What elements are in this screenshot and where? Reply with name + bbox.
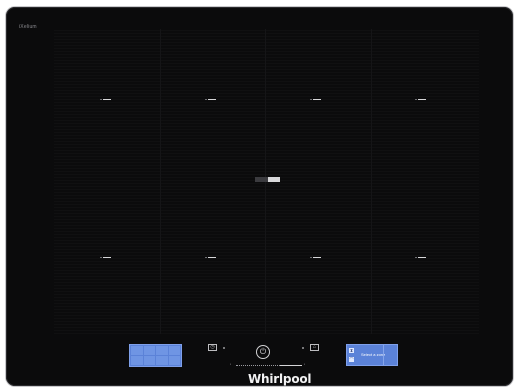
power-icon: ⏻ <box>259 347 267 356</box>
zone-select-cell[interactable] <box>156 346 168 355</box>
timer-indicator-dot <box>223 347 225 349</box>
zone-divider <box>371 29 372 334</box>
zone-info-label: Select a zone <box>361 352 386 357</box>
zone-marker[interactable] <box>205 257 216 258</box>
zone-marker[interactable] <box>100 257 111 258</box>
slider-fill <box>280 365 302 366</box>
lock-button[interactable]: ⌂ <box>310 344 319 351</box>
slider-max-mark: ▪ <box>304 362 306 366</box>
zone-marker[interactable] <box>310 257 321 258</box>
zone-select-cell[interactable] <box>131 356 143 365</box>
brand-logo: Whirlpool <box>248 372 312 386</box>
zone-select-cell[interactable] <box>168 356 180 365</box>
zone-marker[interactable] <box>415 99 426 100</box>
zone-select-display[interactable] <box>129 344 182 367</box>
zone-select-cell[interactable] <box>143 346 155 355</box>
zone-select-cell[interactable] <box>156 356 168 365</box>
timer-icon: ◷ <box>210 344 215 350</box>
timer-button[interactable]: ◷ <box>208 344 217 351</box>
zone-select-cell[interactable] <box>143 356 155 365</box>
series-label: iXelium <box>19 24 37 30</box>
display-divider <box>383 345 384 365</box>
lock-icon: ⌂ <box>312 344 317 350</box>
slider-min-mark: ▪ <box>230 362 232 366</box>
zone-marker[interactable] <box>100 99 111 100</box>
induction-hob-panel: iXelium ◷ ⏻ ⌂ ▪ ▪ ⧗ ⌒ Select a zone Whir… <box>6 7 513 386</box>
power-level-slider[interactable]: ▪ ▪ <box>230 362 308 367</box>
zone-marker[interactable] <box>310 99 321 100</box>
lock-indicator-dot <box>302 347 304 349</box>
hourglass-icon: ⧗ <box>349 348 354 353</box>
zone-select-cell[interactable] <box>168 346 180 355</box>
zone-select-cell[interactable] <box>131 346 143 355</box>
center-indicator <box>255 177 280 182</box>
pan-icon: ⌒ <box>349 357 354 362</box>
zone-info-display[interactable]: ⧗ ⌒ Select a zone <box>346 344 398 366</box>
zone-marker[interactable] <box>415 257 426 258</box>
zone-divider <box>160 29 161 334</box>
zone-marker[interactable] <box>205 99 216 100</box>
power-button[interactable]: ⏻ <box>256 345 270 359</box>
